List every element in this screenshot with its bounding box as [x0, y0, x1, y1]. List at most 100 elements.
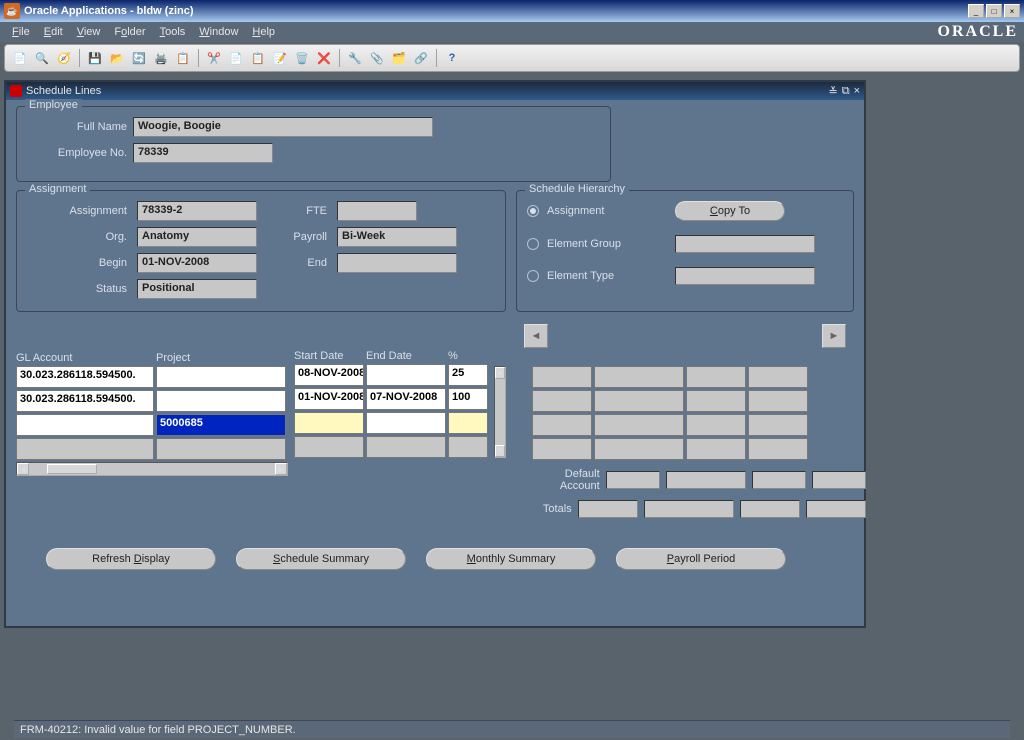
element-group-field[interactable]	[675, 235, 815, 253]
payroll-period-button[interactable]: Payroll Period	[616, 548, 786, 570]
menu-help[interactable]: Help	[246, 24, 281, 40]
right-cell[interactable]	[686, 390, 746, 412]
copy-to-button[interactable]: Copy To	[675, 201, 785, 221]
start-date-cell[interactable]	[294, 412, 364, 434]
inner-minimize-icon[interactable]: ≚	[828, 85, 837, 98]
zoom-icon[interactable]: 🔗	[412, 49, 430, 67]
cut-icon[interactable]: ✂️	[205, 49, 223, 67]
refresh-display-button[interactable]: Refresh Display	[46, 548, 216, 570]
start-date-cell[interactable]: 01-NOV-2008	[294, 388, 364, 410]
attachments-icon[interactable]: 📎	[368, 49, 386, 67]
right-cell[interactable]	[594, 438, 684, 460]
fte-field[interactable]	[337, 201, 417, 221]
start-date-cell[interactable]	[294, 436, 364, 458]
default-account-1[interactable]	[606, 471, 660, 489]
percent-cell[interactable]: 100	[448, 388, 488, 410]
translate-icon[interactable]: 🔧	[346, 49, 364, 67]
gl-account-cell[interactable]	[16, 414, 154, 436]
monthly-summary-button[interactable]: Monthly Summary	[426, 548, 596, 570]
edit-field-icon[interactable]: ❌	[315, 49, 333, 67]
end-date-cell[interactable]	[366, 436, 446, 458]
percent-cell[interactable]	[448, 436, 488, 458]
totals-3[interactable]	[740, 500, 800, 518]
start-date-cell[interactable]: 08-NOV-2008	[294, 364, 364, 386]
right-cell[interactable]	[594, 390, 684, 412]
find-icon[interactable]: 🔍	[33, 49, 51, 67]
scroll-right-icon[interactable]: ►	[275, 463, 287, 475]
gl-account-cell[interactable]: 30.023.286118.594500.	[16, 390, 154, 412]
totals-2[interactable]	[644, 500, 734, 518]
radio-element-group[interactable]	[527, 238, 539, 250]
maximize-button[interactable]: □	[986, 4, 1002, 18]
gl-account-cell[interactable]: 30.023.286118.594500.	[16, 366, 154, 388]
radio-assignment[interactable]	[527, 205, 539, 217]
default-account-3[interactable]	[752, 471, 806, 489]
status-field: Positional	[137, 279, 257, 299]
switch-resp-icon[interactable]: 🔄	[130, 49, 148, 67]
help-icon[interactable]: ?	[443, 49, 461, 67]
inner-restore-icon[interactable]: ⧉	[842, 85, 850, 98]
right-cell[interactable]	[686, 366, 746, 388]
right-cell[interactable]	[594, 366, 684, 388]
right-cell[interactable]	[532, 390, 592, 412]
right-cell[interactable]	[532, 414, 592, 436]
right-cell[interactable]	[532, 438, 592, 460]
menu-view[interactable]: View	[71, 24, 107, 40]
default-account-2[interactable]	[666, 471, 746, 489]
clear-record-icon[interactable]: 📝	[271, 49, 289, 67]
nav-icon[interactable]: 🧭	[55, 49, 73, 67]
end-date-cell[interactable]: 07-NOV-2008	[366, 388, 446, 410]
scroll-up-icon[interactable]: ▲	[495, 367, 505, 379]
totals-1[interactable]	[578, 500, 638, 518]
project-cell[interactable]	[156, 438, 286, 460]
end-date-cell[interactable]	[366, 412, 446, 434]
project-cell[interactable]: 5000685	[156, 414, 286, 436]
right-cell[interactable]	[686, 438, 746, 460]
menu-file[interactable]: File	[6, 24, 36, 40]
element-type-field[interactable]	[675, 267, 815, 285]
prev-arrow-button[interactable]: ◄	[524, 324, 548, 348]
scroll-left-icon[interactable]: ◄	[17, 463, 29, 475]
full-name-field: Woogie, Boogie	[133, 117, 433, 137]
scroll-thumb[interactable]	[47, 464, 97, 474]
close-button[interactable]: ×	[1004, 4, 1020, 18]
end-field[interactable]	[337, 253, 457, 273]
right-cell[interactable]	[748, 366, 808, 388]
inner-close-icon[interactable]: ×	[854, 85, 860, 98]
close-form-icon[interactable]: 📋	[174, 49, 192, 67]
print-icon[interactable]: 🖨️	[152, 49, 170, 67]
right-cell[interactable]	[748, 438, 808, 460]
minimize-button[interactable]: _	[968, 4, 984, 18]
vertical-scrollbar[interactable]: ▲ ▼	[494, 366, 506, 458]
next-arrow-button[interactable]: ►	[822, 324, 846, 348]
next-step-icon[interactable]: 📂	[108, 49, 126, 67]
menu-window[interactable]: Window	[193, 24, 244, 40]
delete-icon[interactable]: 🗑️	[293, 49, 311, 67]
right-cell[interactable]	[594, 414, 684, 436]
paste-icon[interactable]: 📋	[249, 49, 267, 67]
radio-element-type[interactable]	[527, 270, 539, 282]
folder-tools-icon[interactable]: 🗂️	[390, 49, 408, 67]
project-cell[interactable]	[156, 366, 286, 388]
horizontal-scrollbar[interactable]: ◄ ►	[16, 462, 288, 476]
right-cell[interactable]	[532, 366, 592, 388]
save-icon[interactable]: 💾	[86, 49, 104, 67]
menu-edit[interactable]: Edit	[38, 24, 69, 40]
schedule-summary-button[interactable]: Schedule Summary	[236, 548, 406, 570]
menu-tools[interactable]: Tools	[154, 24, 192, 40]
totals-4[interactable]	[806, 500, 866, 518]
percent-cell[interactable]	[448, 412, 488, 434]
radio-assignment-label: Assignment	[547, 205, 667, 217]
project-cell[interactable]	[156, 390, 286, 412]
default-account-4[interactable]	[812, 471, 866, 489]
right-cell[interactable]	[686, 414, 746, 436]
right-cell[interactable]	[748, 414, 808, 436]
menu-folder[interactable]: Folder	[108, 24, 151, 40]
end-date-cell[interactable]	[366, 364, 446, 386]
right-cell[interactable]	[748, 390, 808, 412]
copy-icon[interactable]: 📄	[227, 49, 245, 67]
new-icon[interactable]: 📄	[11, 49, 29, 67]
percent-cell[interactable]: 25	[448, 364, 488, 386]
gl-account-cell[interactable]	[16, 438, 154, 460]
scroll-down-icon[interactable]: ▼	[495, 445, 505, 457]
